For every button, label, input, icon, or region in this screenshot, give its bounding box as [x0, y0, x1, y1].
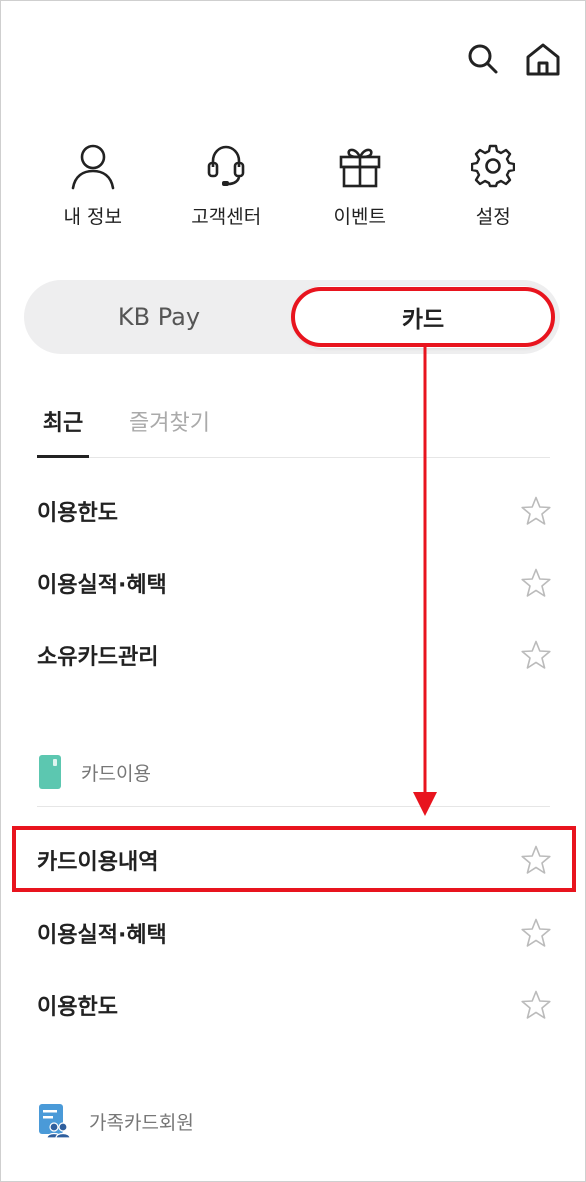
tab-bar: 최근 즐겨찾기	[37, 405, 550, 458]
star-icon[interactable]	[520, 844, 552, 876]
star-icon[interactable]	[520, 567, 552, 599]
event-label: 이벤트	[333, 206, 386, 228]
segment-control: KB Pay 카드	[24, 280, 560, 354]
search-icon[interactable]	[464, 40, 502, 78]
menu-item-label: 카드이용내역	[37, 850, 159, 875]
menu-item-label: 이용실적·혜택	[37, 573, 167, 598]
card-usage-history-item[interactable]: 카드이용내역	[37, 840, 552, 880]
section-title: 카드이용	[81, 762, 151, 785]
card-tab[interactable]: 카드	[292, 286, 554, 348]
top-bar	[464, 40, 562, 78]
gift-icon	[334, 140, 386, 192]
recent-item-performance[interactable]: 이용실적·혜택	[37, 563, 552, 603]
person-icon	[67, 140, 119, 192]
tab-favorites[interactable]: 즐겨찾기	[129, 405, 210, 458]
section-card-usage: 카드이용	[37, 754, 550, 790]
customer-center-button[interactable]: 고객센터	[160, 140, 294, 229]
headset-icon	[200, 140, 252, 192]
event-button[interactable]: 이벤트	[293, 140, 427, 229]
star-icon[interactable]	[520, 917, 552, 949]
family-card-icon	[39, 1104, 71, 1139]
tab-recent[interactable]: 최근	[37, 405, 89, 458]
home-icon[interactable]	[524, 40, 562, 78]
my-info-label: 내 정보	[63, 206, 122, 228]
card-icon	[39, 755, 61, 789]
my-info-button[interactable]: 내 정보	[26, 140, 160, 229]
card-usage-limit-item[interactable]: 이용한도	[37, 985, 552, 1025]
menu-item-label: 소유카드관리	[37, 645, 159, 670]
customer-center-label: 고객센터	[191, 206, 262, 228]
recent-item-card-manage[interactable]: 소유카드관리	[37, 635, 552, 675]
gear-icon	[467, 140, 519, 192]
recent-item-limit[interactable]: 이용한도	[37, 491, 552, 531]
section-title: 가족카드회원	[89, 1111, 194, 1134]
menu-item-label: 이용한도	[37, 995, 118, 1020]
section-family-card: 가족카드회원	[37, 1103, 550, 1139]
star-icon[interactable]	[520, 639, 552, 671]
section-divider	[37, 806, 550, 807]
menu-item-label: 이용한도	[37, 501, 118, 526]
kb-pay-tab[interactable]: KB Pay	[24, 280, 294, 354]
settings-label: 설정	[475, 206, 511, 228]
settings-button[interactable]: 설정	[427, 140, 561, 229]
quick-menu: 내 정보 고객센터 이벤트 설정	[26, 140, 560, 229]
card-usage-performance-item[interactable]: 이용실적·혜택	[37, 913, 552, 953]
menu-item-label: 이용실적·혜택	[37, 923, 167, 948]
star-icon[interactable]	[520, 989, 552, 1021]
star-icon[interactable]	[520, 495, 552, 527]
